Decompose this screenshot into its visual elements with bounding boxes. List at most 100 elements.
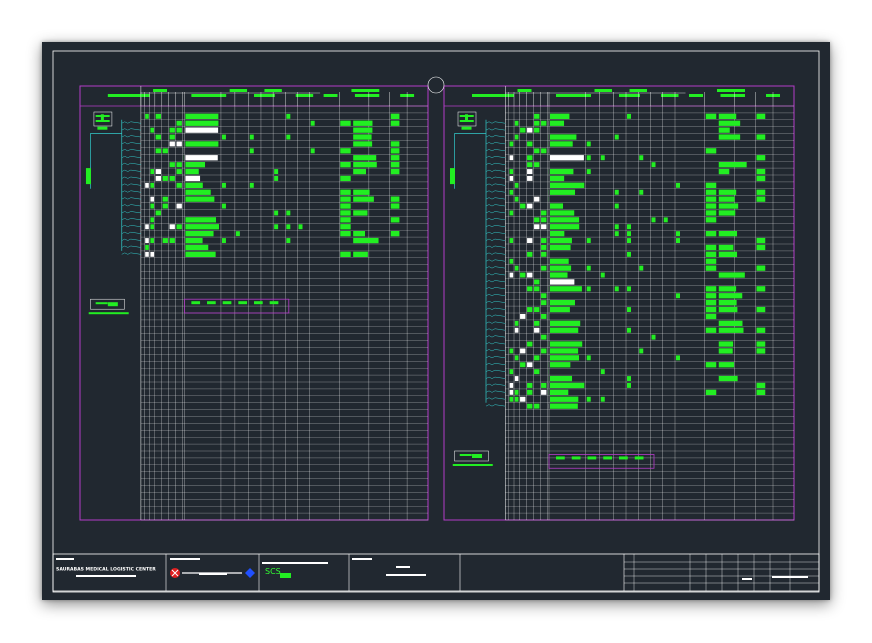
header-label-mark <box>254 94 275 97</box>
cell-fill <box>705 231 717 237</box>
cell-fill <box>718 134 741 140</box>
cell-fill <box>550 286 582 292</box>
cell-fill <box>534 286 540 292</box>
legend-mark <box>107 302 118 307</box>
cell-mark <box>627 251 631 257</box>
branch-wire <box>485 383 506 386</box>
branch-wire <box>121 204 141 207</box>
cell-fill <box>527 162 533 168</box>
cell-mark <box>274 210 279 216</box>
cell-fill <box>756 341 766 347</box>
summary-mark <box>571 456 581 460</box>
cell-fill <box>176 224 182 230</box>
cell-mark <box>600 396 605 402</box>
branch-wire <box>485 190 506 193</box>
cell-fill <box>718 168 730 175</box>
branch-wire <box>485 245 506 248</box>
cell-fill <box>185 155 218 161</box>
cell-fill <box>550 279 575 285</box>
branch-wire <box>485 349 506 352</box>
cell-fill <box>550 403 578 409</box>
branch-wire <box>485 231 506 234</box>
branch-wire <box>485 328 506 331</box>
cell-mark <box>614 203 619 209</box>
summary-mark <box>556 456 565 460</box>
cell-fill <box>353 237 379 244</box>
cell-fill <box>756 306 766 313</box>
cell-fill <box>550 362 571 368</box>
cell-fill <box>340 217 351 223</box>
cell-fill <box>353 210 368 216</box>
cell-fill <box>185 196 215 202</box>
cell-fill <box>550 382 585 389</box>
cell-fill <box>550 217 580 223</box>
cell-fill <box>150 127 155 133</box>
cell-fill <box>520 203 526 209</box>
cell-fill <box>145 182 149 188</box>
cell-fill <box>150 238 155 243</box>
cell-mark <box>639 155 644 161</box>
branch-wire <box>485 342 506 345</box>
cell-fill <box>353 196 374 202</box>
cell-fill <box>718 348 733 354</box>
header-group-mark <box>229 89 248 92</box>
cell-fill <box>150 224 155 230</box>
cell-fill <box>155 134 161 140</box>
header-label-mark <box>295 94 314 97</box>
cell-fill <box>705 313 717 320</box>
cell-fill <box>353 127 373 133</box>
cell-fill <box>550 327 579 333</box>
cell-fill <box>541 238 547 243</box>
cell-mark <box>274 169 279 174</box>
cell-mark <box>286 210 291 216</box>
header-group-mark <box>264 89 282 92</box>
cell-fill <box>527 389 533 395</box>
cell-mark <box>663 217 668 223</box>
cell-fill <box>718 306 738 313</box>
cell-mark <box>676 182 680 188</box>
branch-wire <box>121 155 141 159</box>
cell-fill <box>705 327 717 333</box>
branch-wire <box>121 135 141 138</box>
branch-wire <box>121 245 141 248</box>
cell-fill <box>705 286 717 292</box>
cad-drawing-canvas[interactable] <box>42 42 830 600</box>
cell-fill <box>155 148 161 154</box>
cell-fill <box>145 113 149 119</box>
cell-fill <box>756 196 766 202</box>
cell-mark <box>286 224 291 230</box>
cell-mark <box>221 134 226 140</box>
cell-fill <box>534 196 540 202</box>
cell-fill <box>527 383 533 388</box>
cell-mark <box>310 120 315 126</box>
cell-fill <box>541 389 547 395</box>
cell-fill <box>514 120 519 126</box>
cell-fill <box>509 396 514 402</box>
cell-fill <box>550 120 565 126</box>
cell-fill <box>756 155 766 161</box>
drawing-border <box>52 50 820 593</box>
cell-fill <box>718 375 738 382</box>
cell-fill <box>534 279 540 285</box>
cell-fill <box>340 162 351 168</box>
cell-fill <box>550 265 572 271</box>
cell-fill <box>527 127 533 133</box>
cell-mark <box>627 224 631 230</box>
cell-fill <box>340 189 351 195</box>
cell-fill <box>756 244 766 251</box>
branch-wire <box>121 231 141 234</box>
cell-fill <box>353 141 373 147</box>
cell-mark <box>586 155 591 161</box>
cell-fill <box>185 224 219 230</box>
cell-fill <box>541 265 547 271</box>
cell-fill <box>520 272 526 278</box>
branch-wire <box>485 197 506 200</box>
cell-fill <box>390 162 400 168</box>
cell-fill <box>185 237 203 244</box>
branch-wire <box>485 162 506 165</box>
breaker-symbol <box>97 126 108 130</box>
summary-mark <box>238 301 248 305</box>
cell-fill <box>718 189 737 195</box>
cell-fill <box>353 168 366 175</box>
branch-wire <box>485 287 506 290</box>
